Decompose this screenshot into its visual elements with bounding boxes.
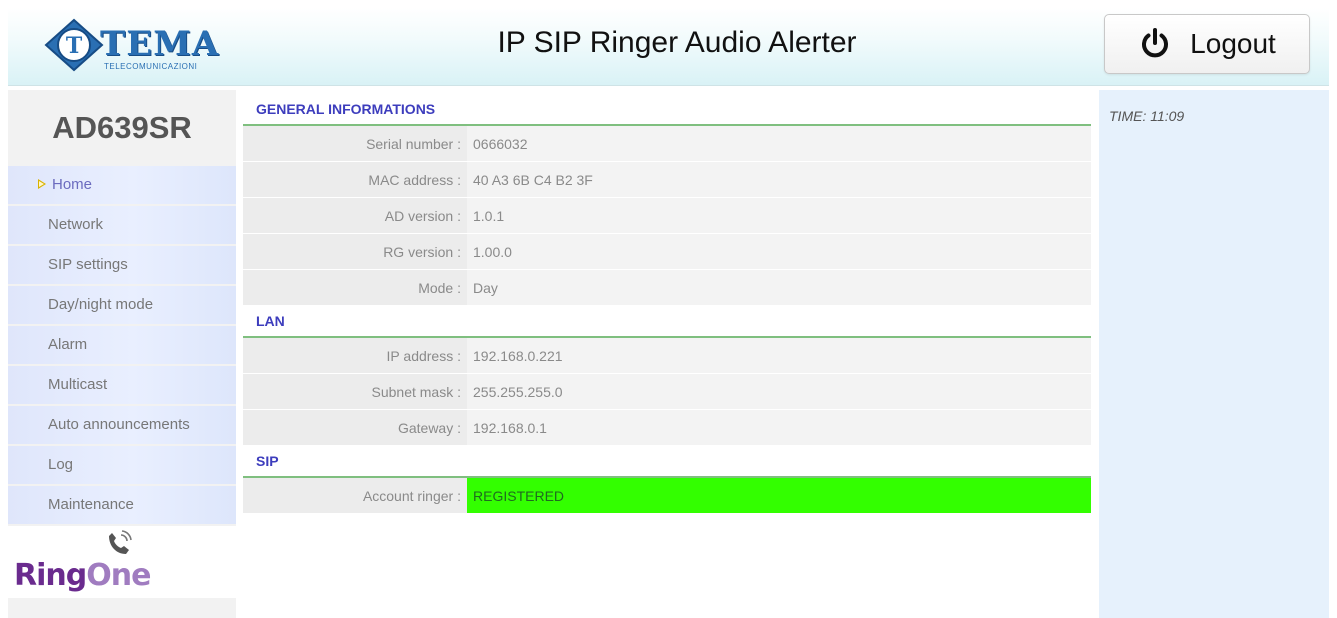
- row-label: IP address :: [243, 338, 467, 373]
- sidebar-item-label: SIP settings: [48, 256, 128, 273]
- sidebar-item-multicast[interactable]: Multicast: [8, 366, 236, 404]
- sidebar-item-label: Log: [48, 456, 74, 473]
- sidebar-item-network[interactable]: Network: [8, 206, 236, 244]
- svg-text:T: T: [66, 33, 83, 59]
- info-row: AD version : 1.0.1: [243, 198, 1091, 234]
- main-content: GENERAL INFORMATIONS Serial number : 066…: [243, 94, 1091, 514]
- row-value: 0666032: [467, 126, 1091, 161]
- row-value: 1.0.1: [467, 198, 1091, 233]
- row-value: 40 A3 6B C4 B2 3F: [467, 162, 1091, 197]
- info-row: Serial number : 0666032: [243, 126, 1091, 162]
- tema-logo-icon: T: [44, 18, 104, 72]
- device-name: AD639SR: [52, 110, 192, 145]
- sidebar-item-label: Multicast: [48, 376, 108, 393]
- info-row: Gateway : 192.168.0.1: [243, 410, 1091, 446]
- row-value: 192.168.0.1: [467, 410, 1091, 445]
- row-label: RG version :: [243, 234, 467, 269]
- sidebar-item-label: Maintenance: [48, 496, 134, 513]
- sidebar-item-label: Home: [52, 176, 93, 193]
- phone-ringing-icon: [109, 530, 132, 554]
- sidebar-item-label: Day/night mode: [48, 296, 154, 313]
- arrow-right-icon: [38, 179, 46, 190]
- page-title: IP SIP Ringer Audio Alerter: [497, 26, 857, 59]
- info-row: Account ringer : REGISTERED: [243, 478, 1091, 514]
- logo-wordmark: TEMA: [100, 24, 220, 64]
- row-label: Gateway :: [243, 410, 467, 445]
- row-label: Mode :: [243, 270, 467, 305]
- row-label: Subnet mask :: [243, 374, 467, 409]
- row-value: Day: [467, 270, 1091, 305]
- sidebar-item-alarm[interactable]: Alarm: [8, 326, 236, 364]
- info-row: Subnet mask : 255.255.255.0: [243, 374, 1091, 410]
- row-label: AD version :: [243, 198, 467, 233]
- ringone-wordmark: RingOne: [14, 558, 151, 593]
- logout-button[interactable]: Logout: [1104, 14, 1310, 74]
- status-panel: TIME: 11:09: [1099, 90, 1329, 618]
- sidebar: AD639SR Home Network SIP settings Day/ni…: [8, 90, 236, 618]
- row-label: Account ringer :: [243, 478, 467, 513]
- sidebar-item-maintenance[interactable]: Maintenance: [8, 486, 236, 524]
- sidebar-item-label: Alarm: [48, 336, 88, 353]
- row-label: Serial number :: [243, 126, 467, 161]
- sidebar-nav: Home Network SIP settings Day/night mode…: [8, 166, 236, 524]
- sidebar-item-log[interactable]: Log: [8, 446, 236, 484]
- tema-logo: T TEMA TELECOMUNICAZIONI: [44, 14, 244, 76]
- sidebar-item-home[interactable]: Home: [8, 166, 236, 204]
- sidebar-item-sip-settings[interactable]: SIP settings: [8, 246, 236, 284]
- sidebar-item-auto-announcements[interactable]: Auto announcements: [8, 406, 236, 444]
- info-row: RG version : 1.00.0: [243, 234, 1091, 270]
- row-value: 192.168.0.221: [467, 338, 1091, 373]
- row-value: 255.255.255.0: [467, 374, 1091, 409]
- sidebar-item-day-night-mode[interactable]: Day/night mode: [8, 286, 236, 324]
- logout-label: Logout: [1190, 28, 1276, 59]
- row-label: MAC address :: [243, 162, 467, 197]
- logo-subtitle: TELECOMUNICAZIONI: [104, 62, 198, 71]
- section-title-sip: SIP: [243, 446, 1091, 478]
- power-icon: [1142, 28, 1169, 58]
- sidebar-item-label: Auto announcements: [48, 416, 190, 433]
- clock-readout: TIME: 11:09: [1109, 108, 1185, 124]
- info-row: IP address : 192.168.0.221: [243, 338, 1091, 374]
- info-row: Mode : Day: [243, 270, 1091, 306]
- status-badge: REGISTERED: [467, 478, 1091, 513]
- section-title-lan: LAN: [243, 306, 1091, 338]
- row-value: 1.00.0: [467, 234, 1091, 269]
- ringone-logo: RingOne: [8, 526, 236, 598]
- header: T TEMA TELECOMUNICAZIONI IP SIP Ringer A…: [8, 8, 1329, 86]
- sidebar-item-label: Network: [48, 216, 104, 233]
- section-title-general: GENERAL INFORMATIONS: [243, 94, 1091, 126]
- info-row: MAC address : 40 A3 6B C4 B2 3F: [243, 162, 1091, 198]
